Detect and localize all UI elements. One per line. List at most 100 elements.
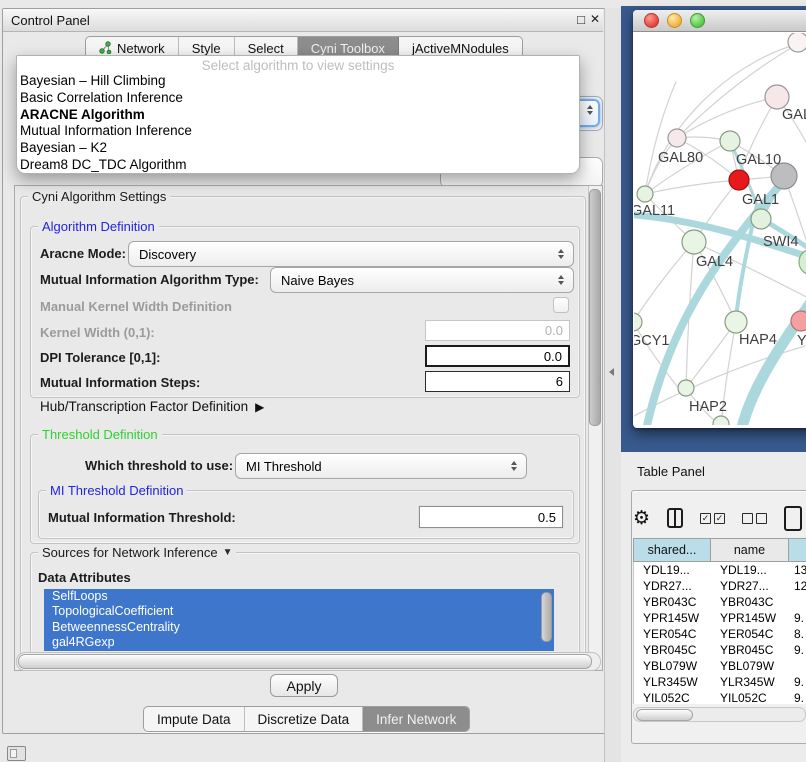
dpi-tolerance-field[interactable]: 0.0 — [425, 345, 570, 367]
settings-vertical-scrollbar-thumb[interactable] — [589, 189, 601, 426]
network-node[interactable] — [788, 33, 806, 52]
algorithm-option[interactable]: ARACNE Algorithm — [17, 107, 579, 124]
attributes-scrollbar-thumb[interactable] — [541, 592, 552, 642]
table-cell: YBL079W — [634, 659, 711, 673]
table-cell: YER054C — [711, 627, 789, 641]
panel-toggle-icon[interactable] — [7, 746, 26, 761]
float-window-icon[interactable]: □ — [577, 12, 585, 27]
network-node-gal1[interactable] — [751, 209, 771, 229]
network-graph[interactable]: GALGAL80GAL10GAL11GAL1SWI4GAL4GCY1HAP4YH… — [634, 33, 806, 425]
network-canvas[interactable]: GALGAL80GAL10GAL11GAL1SWI4GAL4GCY1HAP4YH… — [634, 33, 806, 425]
table-header-row: shared...name — [633, 538, 806, 562]
mi-steps-field[interactable]: 6 — [425, 371, 570, 392]
column-header[interactable]: shared... — [633, 538, 710, 562]
attribute-item[interactable]: TopologicalCoefficient — [44, 604, 554, 619]
tab-impute-data[interactable]: Impute Data — [144, 707, 245, 731]
table-cell: YIL052C — [711, 691, 789, 704]
table-row[interactable]: YBR045CYBR045C9. — [634, 642, 806, 658]
network-node[interactable] — [729, 170, 749, 190]
network-node-gal[interactable] — [765, 85, 789, 109]
table-cell: 8. — [789, 627, 806, 641]
network-edge[interactable] — [686, 322, 736, 388]
network-node-hap4[interactable] — [725, 311, 747, 333]
hub-definition-toggle[interactable]: Hub/Transcription Factor Definition ▶ — [40, 399, 264, 414]
node-label: Y — [797, 333, 806, 349]
table-row[interactable]: YBL079WYBL079W — [634, 658, 806, 674]
mi-algorithm-type-combobox[interactable]: Naive Bayes — [270, 267, 574, 293]
node-label: GAL — [782, 107, 806, 123]
check-all-icon[interactable]: ✓✓ — [700, 513, 725, 524]
collapse-left-icon[interactable] — [609, 368, 614, 376]
tab-label: Select — [248, 41, 284, 56]
gear-icon[interactable]: ⚙ — [633, 509, 650, 528]
split-columns-icon[interactable] — [667, 508, 683, 528]
mi-threshold-definition-title: MI Threshold Definition — [46, 483, 187, 498]
which-threshold-value: MI Threshold — [236, 459, 511, 474]
mi-steps-label: Mutual Information Steps: — [40, 375, 200, 390]
column-header[interactable] — [788, 538, 806, 562]
network-node-gal4[interactable] — [682, 230, 706, 254]
kernel-width-field[interactable]: 0.0 — [425, 320, 570, 341]
network-view-window[interactable]: GALGAL80GAL10GAL11GAL1SWI4GAL4GCY1HAP4YH… — [633, 10, 806, 428]
uncheck-all-icon[interactable] — [742, 513, 767, 524]
table-cell: YBL079W — [711, 659, 789, 673]
network-node-hap2[interactable] — [678, 380, 694, 396]
minimize-traffic-light-icon[interactable] — [667, 13, 682, 28]
node-label: GAL4 — [696, 254, 733, 270]
network-node-gal10[interactable] — [720, 131, 740, 151]
table-row[interactable]: YDL19...YDL19...13 — [634, 562, 806, 578]
zoom-traffic-light-icon[interactable] — [690, 13, 705, 28]
table-row[interactable]: YDR27...YDR27...12 — [634, 578, 806, 594]
network-node-gal80[interactable] — [668, 129, 686, 147]
close-traffic-light-icon[interactable] — [644, 13, 659, 28]
table-cell: 9. — [789, 643, 806, 657]
data-attributes-list[interactable]: SelfLoopsTopologicalCoefficientBetweenne… — [44, 589, 554, 651]
close-icon[interactable]: ✕ — [590, 12, 600, 26]
node-label: GAL10 — [736, 152, 781, 168]
mi-threshold-field[interactable]: 0.5 — [419, 506, 563, 528]
document-icon[interactable] — [784, 506, 802, 531]
table-row[interactable]: YIL052CYIL052C9. — [634, 690, 806, 704]
pane-divider[interactable] — [604, 8, 622, 762]
table-row[interactable]: YPR145WYPR145W9. — [634, 610, 806, 626]
spinner-arrows-icon — [558, 249, 573, 259]
settings-horizontal-scrollbar-thumb[interactable] — [18, 654, 592, 669]
attribute-item[interactable]: SelfLoops — [44, 589, 554, 604]
data-attributes-label: Data Attributes — [38, 570, 131, 585]
tab-infer-network[interactable]: Infer Network — [363, 707, 469, 731]
mi-threshold-label: Mutual Information Threshold: — [48, 510, 236, 525]
table-row[interactable]: YLR345WYLR345W9. — [634, 674, 806, 690]
network-edge[interactable] — [645, 180, 739, 194]
aracne-mode-combobox[interactable]: Discovery — [128, 241, 574, 267]
network-node-gal11[interactable] — [637, 186, 653, 202]
collapse-down-icon[interactable]: ▼ — [218, 547, 233, 558]
network-window-titlebar[interactable] — [633, 10, 806, 32]
table-horizontal-scrollbar[interactable] — [633, 707, 806, 722]
dropdown-placeholder: Select algorithm to view settings — [17, 56, 579, 73]
table-row[interactable]: YBR043CYBR043C — [634, 594, 806, 610]
network-node-y[interactable] — [791, 311, 806, 331]
attribute-item[interactable]: BetweennessCentrality — [44, 620, 554, 635]
column-header[interactable]: name — [710, 538, 788, 562]
algorithm-option[interactable]: Mutual Information Inference — [17, 123, 579, 140]
mi-algorithm-type-value: Naive Bayes — [271, 273, 558, 288]
network-desktop: GALGAL80GAL10GAL11GAL1SWI4GAL4GCY1HAP4YH… — [621, 6, 806, 452]
manual-kernel-width-checkbox[interactable] — [553, 297, 569, 313]
table-row[interactable]: YER054CYER054C8. — [634, 626, 806, 642]
table-cell: 9. — [789, 675, 806, 689]
network-edge[interactable] — [634, 242, 694, 322]
table-cell: YDR27... — [634, 579, 711, 593]
bottom-tabs: Impute DataDiscretize DataInfer Network — [143, 706, 470, 732]
algorithm-option[interactable]: Bayesian – Hill Climbing — [17, 73, 579, 90]
algorithm-option[interactable]: Dream8 DC_TDC Algorithm — [17, 157, 579, 174]
attribute-item[interactable]: gal4RGexp — [44, 635, 554, 650]
which-threshold-combobox[interactable]: MI Threshold — [235, 453, 527, 479]
network-node[interactable] — [713, 416, 729, 425]
network-node-gcy1[interactable] — [634, 313, 642, 331]
table-cell: YER054C — [634, 627, 711, 641]
tab-discretize-data[interactable]: Discretize Data — [245, 707, 364, 731]
apply-button[interactable]: Apply — [270, 674, 338, 697]
table-horizontal-scrollbar-thumb[interactable] — [636, 709, 693, 721]
algorithm-option[interactable]: Bayesian – K2 — [17, 140, 579, 157]
algorithm-option[interactable]: Basic Correlation Inference — [17, 90, 579, 107]
